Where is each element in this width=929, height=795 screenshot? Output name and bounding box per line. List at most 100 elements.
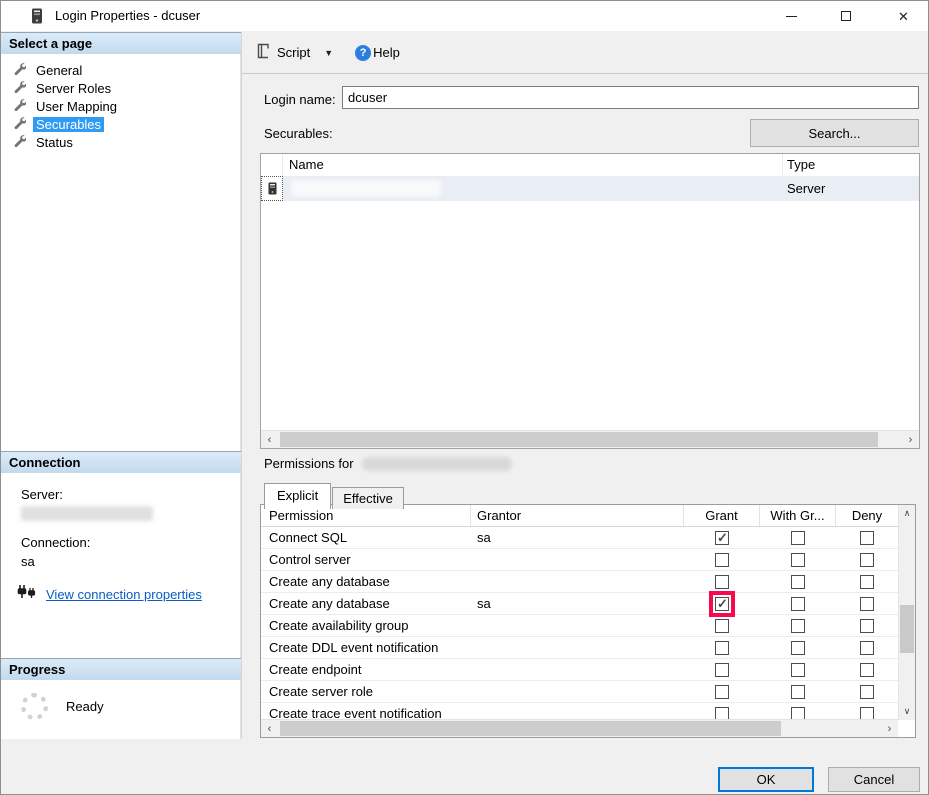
titlebar: Login Properties - dcuser ✕ [1,1,928,31]
grant-checkbox[interactable] [715,553,729,567]
with-grant-checkbox[interactable] [791,531,805,545]
scroll-track[interactable] [278,720,881,737]
scroll-right-icon[interactable]: › [881,720,898,738]
permission-row[interactable]: Create endpoint [261,659,898,681]
connection-header: Connection [1,451,241,473]
close-button[interactable]: ✕ [881,1,926,31]
permission-row[interactable]: Create any database sa [261,593,898,615]
select-a-page-panel: Select a page General Server Roles User … [1,32,241,451]
sidebar-page-item[interactable]: Server Roles [1,79,240,97]
with-grant-checkbox[interactable] [791,641,805,655]
securables-horizontal-scrollbar[interactable]: ‹ › [261,430,919,448]
permission-row[interactable]: Connect SQL sa [261,527,898,549]
login-name-input[interactable] [342,86,919,109]
login-name-label: Login name: [264,92,336,107]
grant-checkbox[interactable] [715,531,729,545]
grantor-column-header[interactable]: Grantor [471,505,684,526]
tab-explicit[interactable]: Explicit [264,483,331,509]
search-button[interactable]: Search... [750,119,919,147]
script-dropdown-arrow-icon[interactable]: ▼ [324,48,333,58]
with-grant-checkbox[interactable] [791,553,805,567]
tab-effective[interactable]: Effective [332,487,404,509]
deny-checkbox[interactable] [860,597,874,611]
scroll-up-icon[interactable]: ∧ [899,505,915,522]
name-column-header[interactable]: Name [283,154,783,176]
help-icon[interactable]: ? [355,45,371,61]
connection-label: Connection: [21,535,240,550]
grant-checkbox[interactable] [715,663,729,677]
scroll-right-icon[interactable]: › [902,431,919,449]
permissions-vertical-scrollbar[interactable]: ∧ ∨ [898,505,915,720]
securables-row[interactable]: Server [261,176,919,201]
toolbar: Script ▼ ? Help [242,32,929,74]
deny-checkbox[interactable] [860,575,874,589]
permission-cell: Create any database [261,593,471,614]
page-list: General Server Roles User Mapping Secura… [1,54,241,451]
page-item-label: General [33,63,85,78]
permissions-for-label: Permissions for [264,456,354,471]
with-grant-checkbox[interactable] [791,663,805,677]
progress-header: Progress [1,658,241,680]
grantor-cell [471,571,684,592]
permission-row[interactable]: Create any database [261,571,898,593]
row-selector-cell[interactable] [261,176,283,201]
sidebar-page-item[interactable]: Securables [1,115,240,133]
deny-checkbox[interactable] [860,685,874,699]
with-grant-checkbox[interactable] [791,597,805,611]
permission-row[interactable]: Create server role [261,681,898,703]
minimize-button[interactable] [769,1,814,31]
grantor-cell [471,681,684,702]
redacted-securable-name [291,180,441,197]
sidebar-page-item[interactable]: Status [1,133,240,151]
scroll-left-icon[interactable]: ‹ [261,431,278,449]
view-connection-properties-link[interactable]: View connection properties [46,587,202,602]
connection-plug-icon [17,585,37,603]
permission-row[interactable]: Create availability group [261,615,898,637]
script-button[interactable]: Script ▼ [254,39,339,66]
permission-row[interactable]: Create DDL event notification [261,637,898,659]
scroll-thumb[interactable] [280,721,781,736]
cancel-button[interactable]: Cancel [828,767,920,792]
deny-checkbox[interactable] [860,641,874,655]
scroll-left-icon[interactable]: ‹ [261,720,278,738]
ok-button[interactable]: OK [718,767,814,792]
wrench-icon [13,62,26,78]
grant-checkbox[interactable] [715,685,729,699]
window-title: Login Properties - dcuser [55,8,200,23]
permission-cell: Control server [261,549,471,570]
login-properties-dialog: Login Properties - dcuser ✕ Select a pag… [0,0,929,795]
securables-table: Name Type Server ‹ › [260,153,920,449]
main-panel: Script ▼ ? Help Login name: Securables: … [241,32,929,739]
type-column-header[interactable]: Type [783,154,919,176]
deny-checkbox[interactable] [860,663,874,677]
deny-checkbox[interactable] [860,531,874,545]
securable-type-cell: Server [783,176,919,201]
permissions-horizontal-scrollbar[interactable]: ‹ › [261,719,898,737]
deny-checkbox[interactable] [860,619,874,633]
deny-column-header[interactable]: Deny [836,505,898,526]
deny-checkbox[interactable] [860,553,874,567]
grant-checkbox[interactable] [715,619,729,633]
maximize-button[interactable] [823,1,868,31]
vertical-scroll-thumb[interactable] [900,605,914,653]
permission-cell: Create any database [261,571,471,592]
scroll-thumb[interactable] [280,432,878,447]
with-grant-column-header[interactable]: With Gr... [760,505,836,526]
sidebar-page-item[interactable]: General [1,61,240,79]
help-label[interactable]: Help [373,45,400,60]
scroll-track[interactable] [278,431,902,448]
sidebar-page-item[interactable]: User Mapping [1,97,240,115]
with-grant-checkbox[interactable] [791,575,805,589]
grant-column-header[interactable]: Grant [684,505,760,526]
permissions-tabs: Explicit Effective [264,481,404,507]
grant-checkbox[interactable] [715,575,729,589]
progress-spinner-icon [21,693,48,720]
wrench-icon [13,80,26,96]
scroll-down-icon[interactable]: ∨ [899,703,915,720]
page-item-label: Securables [33,117,104,132]
grant-checkbox[interactable] [715,597,729,611]
grant-checkbox[interactable] [715,641,729,655]
with-grant-checkbox[interactable] [791,619,805,633]
permission-row[interactable]: Control server [261,549,898,571]
with-grant-checkbox[interactable] [791,685,805,699]
